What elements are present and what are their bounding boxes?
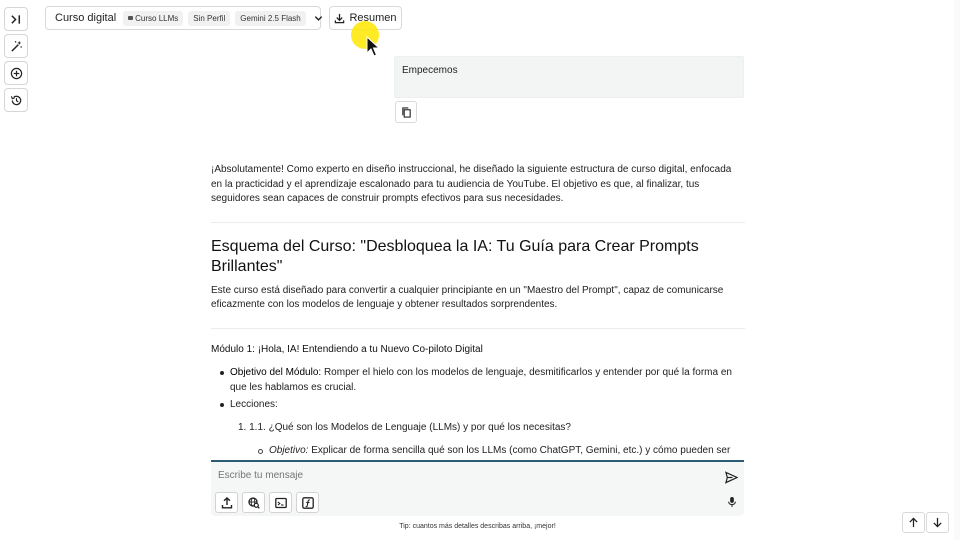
profile-chip[interactable]: Sin Perfil <box>188 10 231 26</box>
lessons-label: Lecciones: <box>230 399 278 410</box>
web-search-button[interactable] <box>242 492 265 513</box>
message-composer <box>211 460 744 516</box>
upload-button[interactable] <box>215 492 238 513</box>
lesson-objective-label: Objetivo: <box>269 445 309 456</box>
arrow-down-icon <box>933 517 942 528</box>
function-button[interactable] <box>296 492 319 513</box>
message-input[interactable] <box>218 470 688 481</box>
terminal-icon <box>274 497 287 508</box>
magic-wand-icon <box>10 40 22 52</box>
new-chat-icon <box>10 67 22 79</box>
chevron-down-icon[interactable] <box>313 11 324 25</box>
composer-tip: Tip: cuantos más detalles describas arri… <box>399 523 556 530</box>
user-message: Empecemos <box>394 56 744 98</box>
microphone-button[interactable] <box>725 494 739 510</box>
function-icon <box>301 496 314 509</box>
assistant-message: ¡Absolutamente! Como experto en diseño i… <box>211 163 745 459</box>
list-item: Lecciones: <box>220 398 745 413</box>
terminal-button[interactable] <box>269 492 292 513</box>
lesson-item: 1. 1.1. ¿Qué son los Modelos de Lenguaje… <box>211 421 745 436</box>
left-rail <box>4 7 28 112</box>
microphone-icon <box>728 497 736 507</box>
send-icon <box>724 470 738 484</box>
upload-icon <box>221 496 232 508</box>
module-heading: Módulo 1: ¡Hola, IA! Entendiendo a tu Nu… <box>211 343 483 355</box>
page-scrollbar[interactable] <box>954 0 960 540</box>
objective-label: Objetivo del Módulo: <box>230 367 322 378</box>
course-chip-label: Curso LLMs <box>135 13 179 23</box>
sidebar-expand-icon <box>10 14 20 24</box>
lesson-number: 1. <box>238 421 247 433</box>
scroll-navigation <box>902 512 949 533</box>
course-heading: Esquema del Curso: "Desbloquea la IA: Tu… <box>211 237 699 275</box>
list-item: Objetivo: Explicar de forma sencilla qué… <box>258 444 745 459</box>
lesson-objective-text: Explicar de forma sencilla qué son los L… <box>311 445 731 456</box>
list-item: Objetivo del Módulo: Romper el hielo con… <box>220 366 745 395</box>
composer-toolbar <box>215 492 319 513</box>
copy-icon <box>401 106 411 118</box>
model-chip[interactable]: Gemini 2.5 Flash <box>235 10 306 26</box>
download-icon <box>335 13 345 23</box>
lesson-details: Objetivo: Explicar de forma sencilla qué… <box>211 444 745 459</box>
course-chip[interactable]: Curso LLMs <box>123 10 184 26</box>
send-button[interactable] <box>723 469 739 485</box>
divider <box>211 221 745 223</box>
scroll-down-button[interactable] <box>926 512 949 533</box>
scroll-up-button[interactable] <box>902 512 925 533</box>
sidebar-expand-button[interactable] <box>4 7 28 31</box>
lesson-title: 1.1. ¿Qué son los Modelos de Lenguaje (L… <box>249 421 571 433</box>
history-icon <box>10 95 21 105</box>
arrow-up-icon <box>909 517 918 528</box>
history-button[interactable] <box>4 88 28 112</box>
course-description: Este curso está diseñado para convertir … <box>211 284 724 311</box>
book-icon <box>128 16 134 20</box>
chat-page: Curso digital Curso LLMs Sin Perfil Gemi… <box>0 0 960 540</box>
copy-message-button[interactable] <box>395 101 417 123</box>
mouse-cursor-icon <box>366 36 380 57</box>
conversation-title[interactable]: Curso digital <box>55 12 116 24</box>
globe-search-icon <box>247 496 260 509</box>
magic-prompt-button[interactable] <box>4 34 28 58</box>
divider <box>211 327 745 329</box>
module-list: Objetivo del Módulo: Romper el hielo con… <box>211 366 745 413</box>
conversation-header: Curso digital Curso LLMs Sin Perfil Gemi… <box>45 6 324 30</box>
new-chat-button[interactable] <box>4 61 28 85</box>
answer-intro: ¡Absolutamente! Como experto en diseño i… <box>211 164 732 204</box>
user-message-text: Empecemos <box>402 65 458 76</box>
